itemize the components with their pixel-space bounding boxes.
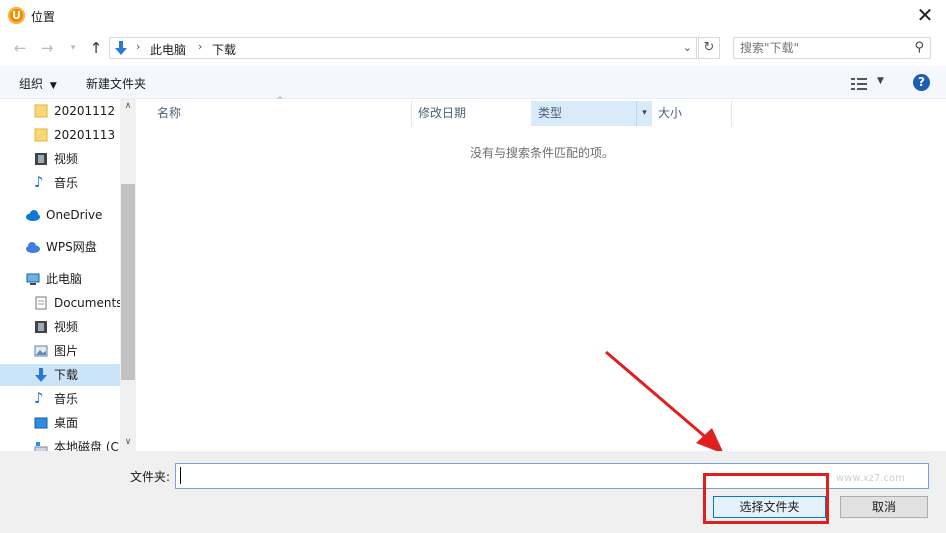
scroll-down-icon[interactable]: ∨	[121, 437, 135, 447]
column-header-name[interactable]: 名称	[157, 101, 181, 126]
sidebar-item-label: 图片	[54, 344, 79, 358]
column-header-type[interactable]: 类型	[538, 101, 562, 126]
sidebar-scrollbar-thumb[interactable]	[121, 184, 135, 380]
column-divider[interactable]	[411, 101, 412, 126]
video-icon	[35, 321, 47, 333]
sidebar-item-label: 桌面	[54, 416, 79, 430]
folder-icon	[34, 104, 48, 118]
sidebar-item-music-pc[interactable]: ♪ 音乐	[34, 388, 120, 410]
breadcrumb-downloads[interactable]: 下载	[212, 41, 236, 58]
column-header-date-modified[interactable]: 修改日期	[418, 101, 466, 126]
empty-message: 没有与搜索条件匹配的项。	[470, 146, 615, 160]
chevron-down-icon: ▼	[877, 76, 884, 86]
document-icon	[35, 296, 47, 310]
video-icon	[35, 153, 47, 165]
folder-icon	[34, 128, 48, 142]
refresh-icon[interactable]: ↻	[698, 37, 720, 59]
sidebar-item-label: 此电脑	[46, 272, 83, 286]
breadcrumb-separator-icon[interactable]: ›	[136, 40, 140, 53]
download-icon	[115, 41, 127, 55]
back-arrow-icon[interactable]: ←	[10, 37, 30, 59]
sidebar-item-label: WPS网盘	[46, 240, 97, 254]
column-header-size[interactable]: 大小	[658, 101, 682, 126]
watermark: www.xz7.com	[836, 473, 905, 484]
sidebar-item-label: Documents	[54, 296, 123, 310]
sidebar-item-videos[interactable]: 视频	[34, 148, 120, 170]
picture-icon	[34, 345, 48, 357]
breadcrumb-separator-icon[interactable]: ›	[198, 40, 202, 53]
sidebar-item-videos-pc[interactable]: 视频	[34, 316, 120, 338]
sidebar-item-local-disk-c[interactable]: 本地磁盘 (C	[34, 436, 120, 451]
up-arrow-icon[interactable]: ↑	[86, 37, 106, 59]
forward-arrow-icon[interactable]: →	[37, 37, 57, 59]
download-icon	[35, 368, 47, 382]
search-icon[interactable]: ⚲	[914, 40, 924, 55]
sidebar-item-wps-cloud[interactable]: WPS网盘	[26, 236, 120, 258]
details-view-icon	[851, 78, 867, 90]
recent-dropdown-icon[interactable]: ▾	[63, 37, 83, 59]
column-divider[interactable]	[731, 101, 732, 126]
help-icon[interactable]: ?	[913, 74, 930, 91]
sidebar-item-this-pc[interactable]: 此电脑	[26, 268, 120, 290]
sidebar-item-label: 视频	[54, 152, 79, 166]
chevron-down-icon: ▼	[49, 81, 57, 91]
sidebar-item-20201113[interactable]: 20201113	[34, 124, 120, 146]
drive-icon	[34, 442, 48, 451]
desktop-icon	[34, 417, 48, 429]
organize-button[interactable]: 组织 ▼	[19, 75, 57, 92]
view-options-button[interactable]: ▼	[851, 74, 891, 94]
sidebar-item-onedrive[interactable]: OneDrive	[26, 204, 120, 226]
sidebar-item-20201112[interactable]: 20201112	[34, 100, 120, 122]
music-icon: ♪	[34, 389, 44, 407]
close-icon[interactable]: ✕	[910, 2, 940, 30]
search-input[interactable]	[740, 41, 900, 55]
new-folder-button[interactable]: 新建文件夹	[86, 75, 146, 92]
title-bar	[0, 0, 946, 32]
wps-cloud-icon	[26, 242, 40, 253]
address-bar[interactable]: › 此电脑 › 下载 ⌄	[109, 37, 697, 59]
organize-label: 组织	[19, 77, 44, 91]
scroll-up-icon[interactable]: ∧	[121, 101, 135, 111]
sidebar-item-desktop[interactable]: 桌面	[34, 412, 120, 434]
column-divider[interactable]	[651, 101, 652, 126]
sidebar-item-label: OneDrive	[46, 208, 103, 222]
sidebar-item-label: 20201113	[54, 128, 116, 142]
sidebar-item-label: 音乐	[54, 392, 79, 406]
search-box[interactable]: ⚲	[733, 37, 931, 59]
breadcrumb-this-pc[interactable]: 此电脑	[150, 41, 186, 58]
sidebar-item-label: 本地磁盘 (C	[54, 440, 119, 451]
text-caret	[180, 467, 181, 484]
cloud-icon	[26, 210, 40, 221]
cancel-button[interactable]: 取消	[840, 496, 928, 518]
sort-ascending-icon: ^	[276, 96, 284, 106]
sidebar-item-label: 20201112	[54, 104, 116, 118]
sidebar-item-label: 视频	[54, 320, 79, 334]
app-logo-icon: U	[8, 7, 25, 24]
chevron-down-icon[interactable]: ▾	[636, 101, 652, 126]
navigation-pane: 20201112 20201113 视频 ♪ 音乐 OneDrive WPS网盘…	[0, 99, 136, 451]
music-icon: ♪	[34, 173, 44, 191]
window-title: 位置	[31, 10, 56, 24]
sidebar-item-label: 下载	[54, 368, 79, 382]
folder-label: 文件夹:	[130, 470, 171, 484]
sidebar-item-downloads[interactable]: 下载	[0, 364, 120, 386]
sidebar-item-documents[interactable]: Documents	[34, 292, 123, 314]
computer-icon	[26, 273, 40, 285]
sidebar-item-music[interactable]: ♪ 音乐	[34, 172, 120, 194]
annotation-highlight-box	[703, 473, 829, 524]
chevron-down-icon[interactable]: ⌄	[683, 41, 692, 54]
sidebar-item-pictures[interactable]: 图片	[34, 340, 120, 362]
sidebar-item-label: 音乐	[54, 176, 79, 190]
